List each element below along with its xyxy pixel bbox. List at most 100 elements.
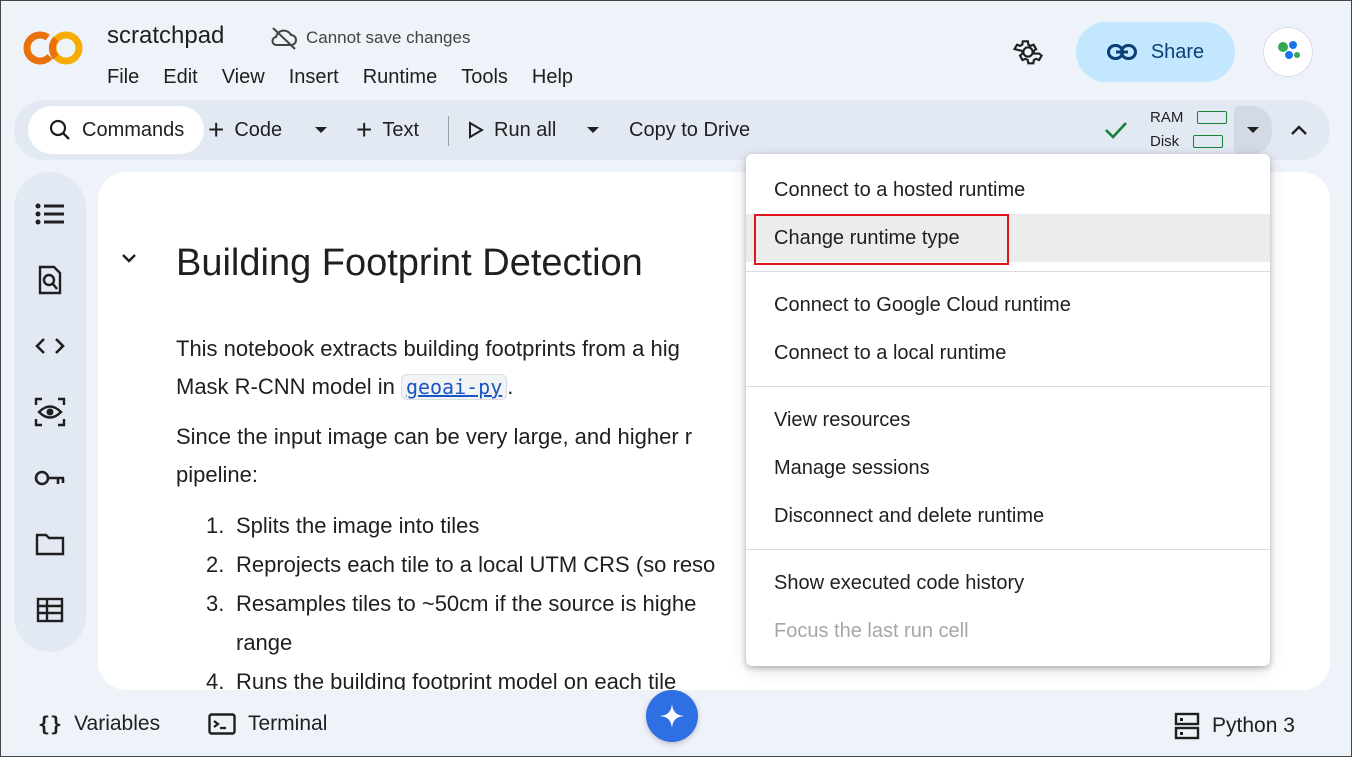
add-text-button[interactable]: + Text xyxy=(356,100,419,160)
commands-button[interactable]: Commands xyxy=(28,106,204,154)
menu-item-disconnect-delete[interactable]: Disconnect and delete runtime xyxy=(746,492,1270,540)
paragraph-line: Mask R-CNN model in geoai-py. xyxy=(176,368,513,406)
terminal-icon xyxy=(208,713,236,735)
server-icon xyxy=(1174,712,1200,740)
cloud-off-icon xyxy=(271,27,297,50)
list-item: 4. Runs the building footprint model on e… xyxy=(206,662,715,690)
section-heading: Building Footprint Detection xyxy=(176,242,643,284)
ram-indicator[interactable]: RAM xyxy=(1150,109,1228,126)
menu-item-focus-last-run: Focus the last run cell xyxy=(774,619,969,642)
settings-gear-icon[interactable] xyxy=(1010,34,1046,70)
run-all-button[interactable]: Run all xyxy=(468,100,556,160)
disk-bar xyxy=(1193,135,1224,148)
paragraph-line: Since the input image can be very large,… xyxy=(176,424,693,449)
disk-indicator[interactable]: Disk xyxy=(1150,133,1224,150)
python-runtime-status[interactable]: Python 3 xyxy=(1174,712,1295,740)
braces-icon: {} xyxy=(38,712,63,736)
list-text: Reprojects each tile to a local UTM CRS … xyxy=(236,552,716,577)
list-number: 3. xyxy=(206,591,225,616)
save-status: Cannot save changes xyxy=(270,26,470,50)
list-item: 3. Resamples tiles to ~50cm if the source… xyxy=(206,584,715,623)
inspect-icon[interactable] xyxy=(34,396,66,428)
chevron-up-icon xyxy=(1291,125,1307,135)
terminal-button[interactable]: Terminal xyxy=(208,712,327,736)
connected-check-icon xyxy=(1105,122,1127,139)
menu-help[interactable]: Help xyxy=(532,66,573,89)
list-text: Resamples tiles to ~50cm if the source i… xyxy=(236,591,697,616)
collapse-section-chevron-icon[interactable] xyxy=(120,252,138,264)
paragraph-line: pipeline: xyxy=(176,462,258,487)
menu-item-connect-google-cloud[interactable]: Connect to Google Cloud runtime xyxy=(746,281,1270,329)
add-code-button[interactable]: + Code xyxy=(208,100,282,160)
plus-icon: + xyxy=(356,114,373,145)
list-text: Splits the image into tiles xyxy=(236,513,480,538)
paragraph-text: . xyxy=(507,374,514,399)
play-icon xyxy=(469,121,484,139)
link-icon xyxy=(1106,44,1137,60)
menu-item-connect-local[interactable]: Connect to a local runtime xyxy=(746,329,1270,377)
terminal-label: Terminal xyxy=(248,712,328,735)
ram-label: RAM xyxy=(1150,109,1184,126)
share-label: Share xyxy=(1150,40,1205,63)
save-status-text: Cannot save changes xyxy=(306,28,471,47)
menu-item-change-runtime-type[interactable]: Change runtime type xyxy=(746,214,1270,262)
ram-bar xyxy=(1197,111,1228,124)
menu-item-connect-hosted[interactable]: Connect to a hosted runtime xyxy=(746,166,1270,214)
menu-insert[interactable]: Insert xyxy=(289,66,339,89)
runtime-dropdown-button[interactable] xyxy=(1234,106,1272,154)
files-folder-icon[interactable] xyxy=(34,528,66,560)
data-table-icon[interactable] xyxy=(34,594,66,626)
toolbar-divider xyxy=(448,116,449,146)
plus-icon: + xyxy=(208,114,225,145)
colab-logo[interactable] xyxy=(22,28,84,68)
notebook-title[interactable]: scratchpad xyxy=(107,22,224,50)
variables-button[interactable]: {} Variables xyxy=(38,712,160,736)
menu-file[interactable]: File xyxy=(107,66,139,89)
list-item: 2. Reprojects each tile to a local UTM CR… xyxy=(206,545,715,584)
list-number: 1. xyxy=(206,513,225,538)
list-item: 1. Splits the image into tiles xyxy=(206,506,715,545)
menu-bar: File Edit View Insert Runtime Tools Help xyxy=(107,66,597,89)
find-icon[interactable] xyxy=(34,264,66,296)
gemini-sparkle-icon xyxy=(660,704,684,728)
gemini-button[interactable] xyxy=(646,690,698,742)
code-dropdown-icon[interactable] xyxy=(314,100,328,160)
disk-label: Disk xyxy=(1150,133,1180,150)
list-item: range xyxy=(206,623,715,662)
search-icon xyxy=(49,119,70,140)
menu-tools[interactable]: Tools xyxy=(461,66,508,89)
menu-divider xyxy=(746,271,1270,272)
menu-runtime[interactable]: Runtime xyxy=(363,66,437,89)
toolbar: Commands + Code + Text Run all Copy to D… xyxy=(14,100,1330,160)
text-label: Text xyxy=(382,118,420,141)
runtime-menu: Connect to a hosted runtime Change runti… xyxy=(746,154,1270,666)
account-avatar[interactable] xyxy=(1263,27,1313,77)
list-text: range xyxy=(236,630,293,655)
code-label: Code xyxy=(234,118,283,141)
code-snippets-icon[interactable] xyxy=(34,330,66,362)
copy-to-drive-label: Copy to Drive xyxy=(629,118,751,141)
paragraph-line: This notebook extracts building footprin… xyxy=(176,336,680,361)
menu-edit[interactable]: Edit xyxy=(163,66,197,89)
share-button[interactable]: Share xyxy=(1076,22,1235,82)
secrets-key-icon[interactable] xyxy=(34,462,66,494)
list-number: 4. xyxy=(206,669,225,690)
menu-item-manage-sessions[interactable]: Manage sessions xyxy=(746,444,1270,492)
menu-divider xyxy=(746,386,1270,387)
run-all-dropdown-icon[interactable] xyxy=(586,100,600,160)
menu-item-view-resources[interactable]: View resources xyxy=(746,396,1270,444)
menu-divider xyxy=(746,549,1270,550)
run-all-label: Run all xyxy=(494,118,557,141)
geoai-py-link[interactable]: geoai-py xyxy=(400,374,508,400)
copy-to-drive-button[interactable]: Copy to Drive xyxy=(629,100,750,160)
table-of-contents-icon[interactable] xyxy=(34,198,66,230)
menu-view[interactable]: View xyxy=(222,66,265,89)
list-number: 2. xyxy=(206,552,225,577)
menu-item-show-code-history[interactable]: Show executed code history xyxy=(746,559,1270,607)
python-label: Python 3 xyxy=(1212,714,1295,737)
left-sidebar xyxy=(14,172,86,652)
chevron-down-icon xyxy=(1247,127,1259,133)
collapse-header-button[interactable] xyxy=(1284,112,1314,148)
commands-label: Commands xyxy=(82,118,185,141)
steps-list: 1. Splits the image into tiles 2. Reprojec… xyxy=(206,506,715,690)
